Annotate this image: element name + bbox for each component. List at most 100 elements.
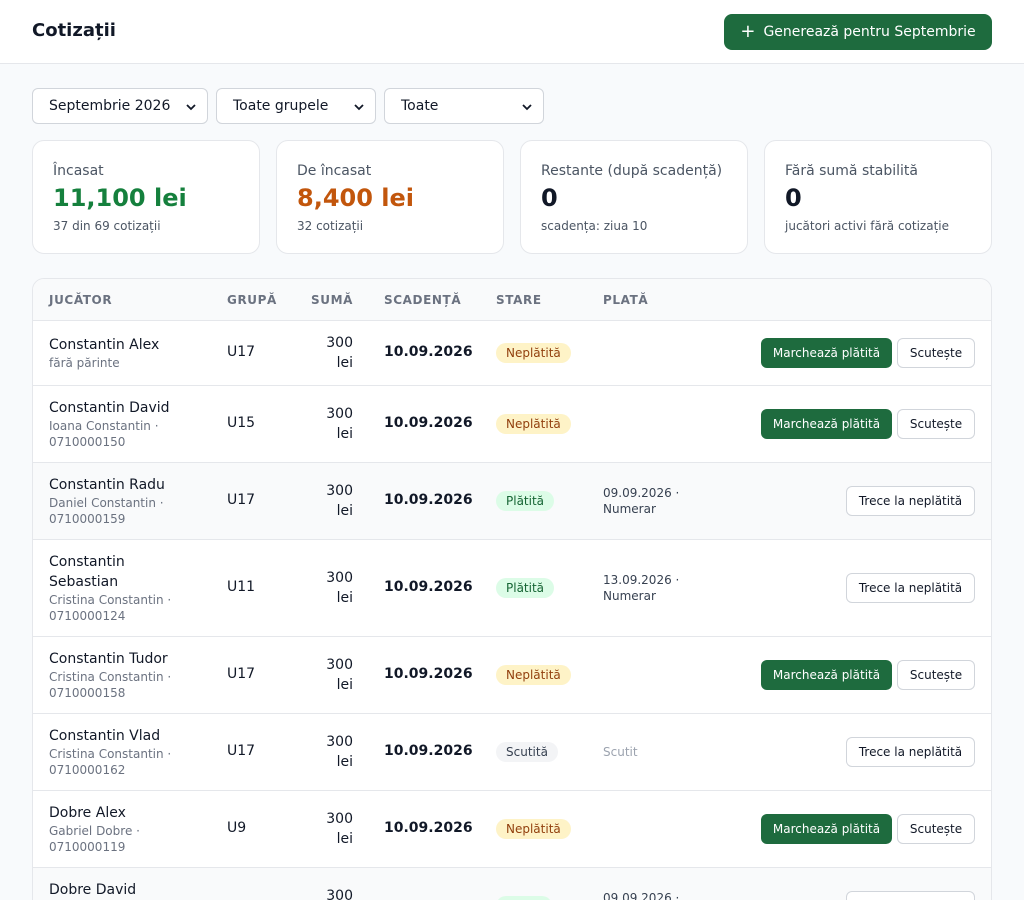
group-select-value: Toate grupele: [233, 98, 329, 114]
top-bar: Cotizații + Generează pentru Septembrie: [0, 0, 1024, 64]
stat-card-overdue: Restante (după scadență) 0 scadența: ziu…: [520, 140, 748, 254]
mark-paid-button[interactable]: Marchează plătită: [761, 814, 892, 844]
mark-paid-button[interactable]: Marchează plătită: [761, 660, 892, 690]
amount-value: 300: [326, 335, 353, 351]
generate-button-label: Generează pentru Septembrie: [763, 24, 976, 40]
chevron-down-icon: [522, 104, 532, 111]
status-select[interactable]: Toate: [384, 88, 544, 124]
exempt-button[interactable]: Scutește: [897, 814, 975, 844]
generate-month-button[interactable]: + Generează pentru Septembrie: [724, 14, 992, 50]
stat-value: 8,400 lei: [297, 184, 414, 212]
table-row: Constantin Tudor Cristina Constantin · 0…: [33, 637, 991, 714]
stat-subtext: scadența: ziua 10: [541, 219, 648, 233]
table-header: JUCĂTOR GRUPĂ SUMĂ SCADENȚĂ STARE PLATĂ: [33, 279, 991, 321]
payment-date: 13.09.2026 ·: [603, 573, 680, 587]
group-select[interactable]: Toate grupele: [216, 88, 376, 124]
month-select-value: Septembrie 2026: [49, 98, 171, 114]
stat-card-to-collect: De încasat 8,400 lei 32 cotizații: [276, 140, 504, 254]
stat-label: Încasat: [53, 163, 104, 179]
due-date: 10.09.2026: [384, 492, 473, 508]
amount-currency: lei: [336, 831, 353, 847]
player-parent: Cristina Constantin ·: [49, 747, 172, 761]
payment-method: Numerar: [603, 502, 656, 516]
mark-paid-button[interactable]: Marchează plătită: [761, 338, 892, 368]
status-badge: [496, 896, 552, 900]
player-phone: 0710000159: [49, 512, 126, 526]
status-select-value: Toate: [401, 98, 439, 114]
stat-subtext: jucători activi fără cotizație: [785, 219, 949, 233]
player-parent: Cristina Constantin ·: [49, 670, 172, 684]
player-name: Dobre Alex: [49, 805, 126, 821]
column-header-group: GRUPĂ: [227, 293, 277, 307]
chevron-down-icon: [354, 104, 364, 111]
table-row: Constantin Radu Daniel Constantin · 0710…: [33, 463, 991, 540]
player-phone: 0710000158: [49, 686, 126, 700]
stat-subtext: 37 din 69 cotizații: [53, 219, 161, 233]
mark-unpaid-button[interactable]: Trece la neplătită: [846, 737, 975, 767]
payment-date: 09.09.2026 ·: [603, 891, 680, 900]
player-parent: Ioana Constantin ·: [49, 419, 159, 433]
stat-label: De încasat: [297, 163, 372, 179]
plus-icon: +: [740, 21, 756, 42]
stat-value: 0: [541, 184, 558, 212]
player-phone: 0710000162: [49, 763, 126, 777]
player-parent: fără părinte: [49, 356, 120, 370]
player-phone: 0710000124: [49, 609, 126, 623]
player-name: Constantin Sebastian: [49, 552, 199, 592]
due-amount: 300 lei: [303, 333, 353, 373]
status-badge: Plătită: [496, 578, 555, 598]
player-group: U11: [227, 579, 256, 595]
due-date: 10.09.2026: [384, 579, 473, 595]
exempt-button[interactable]: Scutește: [897, 409, 975, 439]
column-header-due: SCADENȚĂ: [384, 293, 462, 307]
table-row: Dobre David 300 09.09.2026 ·: [33, 868, 991, 900]
stat-card-no-amount: Fără sumă stabilită 0 jucători activi fă…: [764, 140, 992, 254]
stat-value: 11,100 lei: [53, 184, 187, 212]
player-name: Constantin Alex: [49, 337, 160, 353]
amount-value: 300: [326, 888, 353, 900]
page-title: Cotizații: [32, 20, 116, 41]
amount-value: 300: [326, 570, 353, 586]
mark-unpaid-button[interactable]: Trece la neplătită: [846, 573, 975, 603]
table-row: Constantin Alex fără părinte U17 300 lei…: [33, 321, 991, 386]
exempt-button[interactable]: Scutește: [897, 338, 975, 368]
amount-value: 300: [326, 406, 353, 422]
player-name-line: Sebastian: [49, 574, 119, 590]
mark-unpaid-button[interactable]: Trece la neplătită: [846, 486, 975, 516]
due-amount: 300 lei: [303, 732, 353, 772]
payment-method: Numerar: [603, 589, 656, 603]
due-date: 10.09.2026: [384, 666, 473, 682]
status-badge: Neplătită: [496, 665, 571, 685]
chevron-down-icon: [186, 104, 196, 111]
table-row: Constantin Sebastian Cristina Constantin…: [33, 540, 991, 637]
stat-card-collected: Încasat 11,100 lei 37 din 69 cotizații: [32, 140, 260, 254]
due-amount: 300 lei: [303, 404, 353, 444]
amount-value: 300: [326, 811, 353, 827]
mark-paid-button[interactable]: Marchează plătită: [761, 409, 892, 439]
player-parent: Cristina Constantin ·: [49, 593, 172, 607]
player-name: Constantin David: [49, 400, 170, 416]
exempt-button[interactable]: Scutește: [897, 660, 975, 690]
table-row: Constantin Vlad Cristina Constantin · 07…: [33, 714, 991, 791]
player-name: Constantin Radu: [49, 477, 165, 493]
status-badge: Scutită: [496, 742, 558, 762]
player-phone: 0710000150: [49, 435, 126, 449]
amount-currency: lei: [336, 355, 353, 371]
payment-info: Scutit: [603, 745, 638, 759]
due-amount: 300: [303, 886, 353, 900]
status-badge: Neplătită: [496, 414, 571, 434]
due-amount: 300 lei: [303, 655, 353, 695]
due-amount: 300 lei: [303, 809, 353, 849]
table-row: Dobre Alex Gabriel Dobre · 0710000119 U9…: [33, 791, 991, 868]
due-date: 10.09.2026: [384, 743, 473, 759]
payment-info: 13.09.2026 · Numerar: [603, 572, 679, 604]
stat-subtext: 32 cotizații: [297, 219, 364, 233]
player-group: U17: [227, 666, 256, 682]
player-phone: 0710000119: [49, 840, 126, 854]
month-select[interactable]: Septembrie 2026: [32, 88, 208, 124]
player-name: Constantin Tudor: [49, 651, 168, 667]
amount-currency: lei: [336, 677, 353, 693]
mark-unpaid-button[interactable]: [846, 891, 975, 900]
amount-value: 300: [326, 483, 353, 499]
column-header-amount: SUMĂ: [311, 293, 354, 307]
